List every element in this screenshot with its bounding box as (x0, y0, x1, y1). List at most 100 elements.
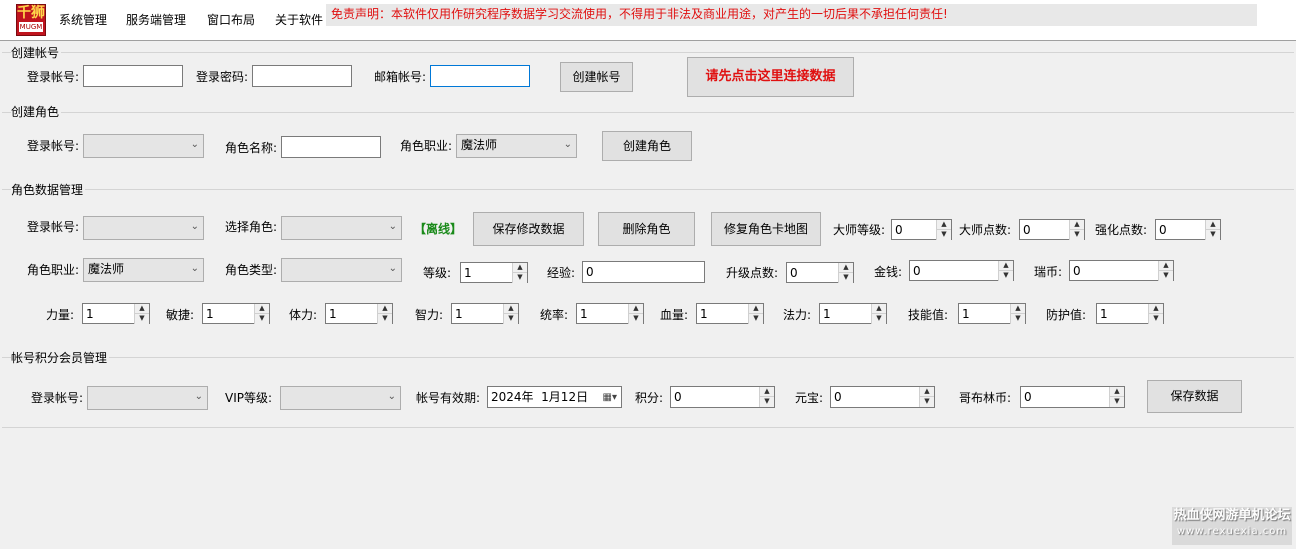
ruby-spinner[interactable]: 0 ▲ ▼ (1069, 260, 1174, 281)
master-points-spinner[interactable]: 0 ▲ ▼ (1019, 219, 1085, 240)
stat-strength-spinner[interactable]: 1 ▲ ▼ (82, 303, 150, 324)
menu-server[interactable]: 服务端管理 (126, 11, 186, 29)
group-title-create-role: 创建角色 (11, 105, 62, 119)
stat-mp-spinner[interactable]: 1 ▲ ▼ (819, 303, 887, 324)
spin-up-icon[interactable]: ▲ (512, 263, 527, 273)
create-account-email-input[interactable] (430, 65, 530, 87)
menu-system[interactable]: 系统管理 (59, 11, 107, 29)
stat-defense-spinner[interactable]: 1 ▲ ▼ (1096, 303, 1164, 324)
stat-defense-label: 防护值: (1046, 308, 1087, 322)
spin-up-icon[interactable]: ▲ (1010, 304, 1025, 314)
create-role-job-label: 角色职业: (400, 139, 453, 153)
create-role-login-select[interactable]: ⌄ (83, 134, 204, 158)
stat-hp-spinner[interactable]: 1 ▲ ▼ (696, 303, 764, 324)
stat-agility-label: 敏捷: (166, 308, 195, 322)
spin-down-icon[interactable]: ▼ (919, 397, 934, 407)
enhance-points-label: 强化点数: (1095, 223, 1148, 237)
watermark-line1: 热血侠网游单机论坛 (1173, 508, 1291, 523)
yuanbao-label: 元宝: (795, 391, 824, 405)
exp-input[interactable]: 0 (582, 261, 705, 283)
spin-down-icon[interactable]: ▼ (1010, 314, 1025, 324)
create-account-button[interactable]: 创建帐号 (560, 62, 633, 92)
spin-up-icon[interactable]: ▲ (871, 304, 886, 314)
spin-up-icon[interactable]: ▲ (838, 263, 853, 273)
upgrade-points-spinner[interactable]: 0 ▲ ▼ (786, 262, 854, 283)
create-role-button[interactable]: 创建角色 (602, 131, 692, 161)
create-account-login-label: 登录帐号: (27, 70, 80, 84)
select-role-select[interactable]: ⌄ (281, 216, 402, 240)
spin-down-icon[interactable]: ▼ (503, 314, 518, 324)
vip-login-select[interactable]: ⌄ (87, 386, 208, 410)
spin-up-icon[interactable]: ▲ (1109, 387, 1124, 397)
spin-down-icon[interactable]: ▼ (838, 273, 853, 283)
spin-up-icon[interactable]: ▲ (1158, 261, 1173, 271)
spin-down-icon[interactable]: ▼ (1109, 397, 1124, 407)
spin-up-icon[interactable]: ▲ (1205, 220, 1220, 230)
spin-up-icon[interactable]: ▲ (377, 304, 392, 314)
spin-up-icon[interactable]: ▲ (919, 387, 934, 397)
create-role-job-select[interactable]: 魔法师 ⌄ (456, 134, 577, 158)
spin-down-icon[interactable]: ▼ (748, 314, 763, 324)
spin-up-icon[interactable]: ▲ (998, 261, 1013, 271)
stat-skill-spinner[interactable]: 1 ▲ ▼ (958, 303, 1026, 324)
spin-down-icon[interactable]: ▼ (1205, 230, 1220, 240)
spin-up-icon[interactable]: ▲ (1148, 304, 1163, 314)
goblin-coin-spinner[interactable]: 0 ▲ ▼ (1020, 386, 1125, 408)
spin-down-icon[interactable]: ▼ (1148, 314, 1163, 324)
role-job-select[interactable]: 魔法师 ⌄ (83, 258, 204, 282)
vip-level-select[interactable]: ⌄ (280, 386, 401, 410)
spin-up-icon[interactable]: ▲ (503, 304, 518, 314)
spin-down-icon[interactable]: ▼ (134, 314, 149, 324)
spin-up-icon[interactable]: ▲ (748, 304, 763, 314)
connect-database-button[interactable]: 请先点击这里连接数据 (687, 57, 854, 97)
chevron-down-icon: ⌄ (387, 391, 396, 402)
points-spinner[interactable]: 0 ▲ ▼ (670, 386, 775, 408)
yuanbao-spinner[interactable]: 0 ▲ ▼ (830, 386, 935, 408)
group-title-role-data: 角色数据管理 (11, 183, 86, 197)
spin-down-icon[interactable]: ▼ (512, 273, 527, 283)
master-level-spinner[interactable]: 0 ▲ ▼ (891, 219, 952, 240)
spin-down-icon[interactable]: ▼ (1158, 271, 1173, 281)
level-label: 等级: (423, 266, 452, 280)
create-role-login-label: 登录帐号: (27, 139, 80, 153)
save-vip-data-button[interactable]: 保存数据 (1147, 380, 1242, 413)
stat-intelligence-spinner[interactable]: 1 ▲ ▼ (451, 303, 519, 324)
spin-up-icon[interactable]: ▲ (936, 220, 951, 230)
spin-down-icon[interactable]: ▼ (1069, 230, 1084, 240)
calendar-icon[interactable]: ▦▾ (603, 388, 617, 408)
spin-down-icon[interactable]: ▼ (998, 271, 1013, 281)
spin-down-icon[interactable]: ▼ (628, 314, 643, 324)
role-data-login-select[interactable]: ⌄ (83, 216, 204, 240)
enhance-points-spinner[interactable]: 0 ▲ ▼ (1155, 219, 1221, 240)
role-type-select[interactable]: ⌄ (281, 258, 402, 282)
stat-stamina-spinner[interactable]: 1 ▲ ▼ (325, 303, 393, 324)
stat-strength-label: 力量: (46, 308, 75, 322)
fix-role-map-button[interactable]: 修复角色卡地图 (711, 212, 821, 246)
spin-up-icon[interactable]: ▲ (1069, 220, 1084, 230)
menu-window-layout[interactable]: 窗口布局 (207, 11, 255, 29)
spin-up-icon[interactable]: ▲ (759, 387, 774, 397)
expiry-label: 帐号有效期: (416, 391, 481, 405)
spin-up-icon[interactable]: ▲ (628, 304, 643, 314)
select-role-label: 选择角色: (225, 220, 278, 234)
delete-role-button[interactable]: 删除角色 (598, 212, 695, 246)
menu-about[interactable]: 关于软件 (275, 11, 323, 29)
spin-down-icon[interactable]: ▼ (377, 314, 392, 324)
create-account-password-input[interactable] (252, 65, 352, 87)
spin-up-icon[interactable]: ▲ (134, 304, 149, 314)
create-role-name-input[interactable] (281, 136, 381, 158)
spin-down-icon[interactable]: ▼ (254, 314, 269, 324)
group-create-role (2, 112, 1294, 113)
stat-agility-spinner[interactable]: 1 ▲ ▼ (202, 303, 270, 324)
money-spinner[interactable]: 0 ▲ ▼ (909, 260, 1014, 281)
expiry-date-picker[interactable]: 2024年 1月12日 ▦▾ (487, 386, 622, 408)
spin-down-icon[interactable]: ▼ (936, 230, 951, 240)
spin-down-icon[interactable]: ▼ (759, 397, 774, 407)
spin-down-icon[interactable]: ▼ (871, 314, 886, 324)
goblin-coin-label: 哥布林币: (959, 391, 1012, 405)
stat-command-spinner[interactable]: 1 ▲ ▼ (576, 303, 644, 324)
spin-up-icon[interactable]: ▲ (254, 304, 269, 314)
level-spinner[interactable]: 1 ▲ ▼ (460, 262, 528, 283)
save-role-data-button[interactable]: 保存修改数据 (473, 212, 584, 246)
create-account-login-input[interactable] (83, 65, 183, 87)
